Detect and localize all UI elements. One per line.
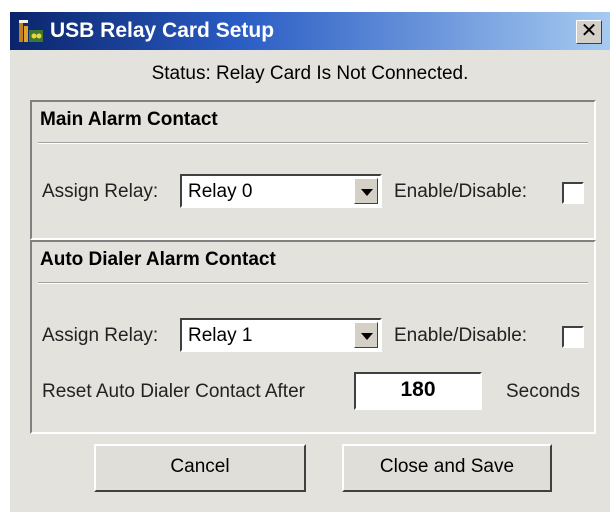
group-divider <box>38 142 588 144</box>
enable-disable-label: Enable/Disable: <box>394 325 528 346</box>
close-and-save-button[interactable]: Close and Save <box>342 444 552 492</box>
auto-dialer-group: Auto Dialer Alarm Contact Assign Relay: … <box>30 240 596 434</box>
chevron-down-icon[interactable] <box>354 178 378 204</box>
auto-dialer-title: Auto Dialer Alarm Contact <box>40 249 276 270</box>
auto-dialer-relay-select[interactable]: Relay 1 <box>180 318 382 352</box>
enable-disable-label: Enable/Disable: <box>394 181 528 202</box>
title-bar[interactable]: USB Relay Card Setup ✕ <box>10 12 610 50</box>
chevron-down-icon[interactable] <box>354 322 378 348</box>
relay-card-icon <box>19 20 43 42</box>
auto-dialer-enable-checkbox[interactable] <box>562 326 584 348</box>
dialog-window: USB Relay Card Setup ✕ Status: Relay Car… <box>10 12 610 512</box>
cancel-button[interactable]: Cancel <box>94 444 306 492</box>
auto-dialer-relay-value: Relay 1 <box>188 325 253 346</box>
seconds-label: Seconds <box>506 381 580 402</box>
close-button[interactable]: ✕ <box>576 20 602 44</box>
status-text: Status: Relay Card Is Not Connected. <box>151 63 469 84</box>
reset-seconds-input[interactable]: 180 <box>354 372 482 410</box>
close-icon: ✕ <box>580 20 598 42</box>
assign-relay-label: Assign Relay: <box>42 181 159 202</box>
reset-after-label: Reset Auto Dialer Contact After <box>42 381 305 402</box>
window-title: USB Relay Card Setup <box>50 19 275 42</box>
main-enable-checkbox[interactable] <box>562 182 584 204</box>
main-relay-select[interactable]: Relay 0 <box>180 174 382 208</box>
assign-relay-label: Assign Relay: <box>42 325 159 346</box>
main-relay-value: Relay 0 <box>188 181 253 202</box>
main-alarm-group: Main Alarm Contact Assign Relay: Relay 0… <box>30 100 596 240</box>
group-divider <box>38 282 588 284</box>
main-alarm-title: Main Alarm Contact <box>40 109 218 130</box>
